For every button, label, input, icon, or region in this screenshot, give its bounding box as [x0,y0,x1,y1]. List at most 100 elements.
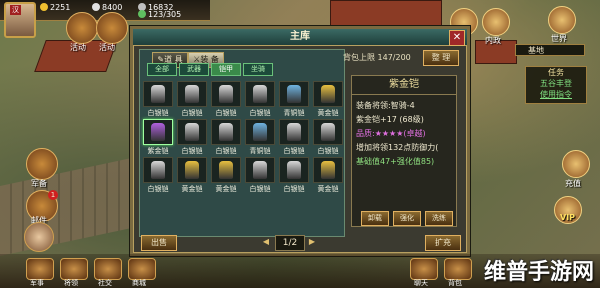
inventory-item[interactable]: 白银铠 [245,157,275,193]
event-icon[interactable] [96,12,128,44]
event-label: 活动 [99,43,115,52]
armory-icon[interactable] [26,148,58,180]
inventory-item[interactable]: 黄金铠 [177,157,207,193]
mail-badge: 1 [48,190,58,200]
page-indicator: 1/2 [275,235,305,251]
task-title: 任务 [548,68,564,77]
inventory-item[interactable]: 黄金铠 [313,157,343,193]
sort-button[interactable]: 整 理 [423,50,459,66]
detail-line: 增加将领132点防御力( [356,143,439,152]
task-action[interactable]: 使用指令 [526,89,586,100]
capacity-label: 背包上限 147/200 [343,53,411,62]
filter-mount[interactable]: 坐骑 [243,63,273,76]
inventory-item[interactable]: 白银铠 [245,81,275,117]
inventory-item[interactable]: 黄金铠 [313,81,343,117]
armor-icon [151,161,165,179]
inventory-item[interactable]: 白银铠 [279,157,309,193]
armor-icon [185,85,199,103]
expand-button[interactable]: 扩充 [425,235,461,251]
inventory-item[interactable]: 青铜铠 [245,119,275,155]
world-label: 世界 [551,34,567,43]
armory-label: 军备 [31,179,47,188]
politics-icon[interactable] [482,8,510,36]
warehouse-panel: 主库 ✕ ✎道 具 ⚔装 备 背包上限 147/200 整 理 全部 武器 铠甲… [130,26,470,256]
filter-weapon[interactable]: 武器 [179,63,209,76]
activity-label: 活动 [70,43,86,52]
nation-badge: 汉 [10,5,21,15]
social-icon[interactable] [94,258,122,280]
item-slot [279,157,309,183]
item-slot [279,119,309,145]
item-label: 白银铠 [181,147,203,155]
unload-button[interactable]: 卸载 [361,211,389,226]
armor-icon [287,85,301,103]
prev-page-icon[interactable]: ◀ [259,235,273,249]
inventory-item[interactable]: 白银铠 [177,119,207,155]
inventory-item[interactable]: 黄金铠 [211,157,241,193]
armor-icon [253,161,267,179]
armor-icon [219,123,233,141]
inventory-item[interactable]: 白银铠 [143,81,173,117]
inventory-item[interactable]: 白银铠 [279,119,309,155]
close-button[interactable]: ✕ [449,30,465,46]
troop-counter: 123/305 [138,10,181,19]
military-icon[interactable] [26,258,54,280]
filter-all[interactable]: 全部 [147,63,177,76]
armor-icon [253,85,267,103]
armor-icon [151,85,165,103]
armor-icon [321,161,335,179]
armor-icon [253,123,267,141]
armor-icon [185,123,199,141]
item-label: 黄金铠 [317,109,339,117]
armor-icon [219,161,233,179]
world-icon[interactable] [548,6,576,34]
inventory-item[interactable]: 白银铠 [313,119,343,155]
next-page-icon[interactable]: ▶ [305,235,319,249]
recharge-icon[interactable] [562,150,590,178]
generals-icon[interactable] [60,258,88,280]
item-slot [143,81,173,107]
inventory-item[interactable]: 紫金铠 [143,119,173,155]
item-label: 白银铠 [283,147,305,155]
item-slot [245,81,275,107]
politics-label: 内政 [485,36,501,45]
item-label: 白银铠 [181,109,203,117]
item-slot [211,119,241,145]
inventory-item[interactable]: 青铜铠 [279,81,309,117]
item-label: 白银铠 [215,147,237,155]
bag-label: 背包 [448,279,462,287]
item-label: 白银铠 [249,109,271,117]
generals-label: 将领 [64,279,78,287]
troop-icon [138,10,146,18]
item-slot [313,81,343,107]
chat-label: 聊天 [414,279,428,287]
inventory-item[interactable]: 白银铠 [211,81,241,117]
item-slot [313,157,343,183]
shop-icon[interactable] [128,258,156,280]
item-label: 白银铠 [147,109,169,117]
item-slot [177,81,207,107]
general-portrait[interactable] [24,222,54,252]
strengthen-button[interactable]: 强化 [393,211,421,226]
player-avatar[interactable]: 汉 [4,2,36,38]
task-panel[interactable]: 任务 五谷丰登 使用指令 [525,66,587,104]
item-slot [211,157,241,183]
activity-icon[interactable] [66,12,98,44]
item-label: 白银铠 [317,147,339,155]
item-slot [313,119,343,145]
inventory-item[interactable]: 白银铠 [211,119,241,155]
inventory-item[interactable]: 白银铠 [143,157,173,193]
item-detail-panel: 紫金铠 装备将领:智骑-4 紫金铠+17 (68级) 品质:★★★★(卓越) 增… [351,75,457,227]
chat-icon[interactable] [410,258,438,280]
armor-icon [219,85,233,103]
armor-icon [185,161,199,179]
item-label: 白银铠 [215,109,237,117]
detail-line: 基础值47+强化值85) [356,157,435,166]
inventory-item[interactable]: 白银铠 [177,81,207,117]
location-field[interactable]: 基地 [515,44,585,56]
item-label: 白银铠 [283,185,305,193]
filter-armor[interactable]: 铠甲 [211,63,241,76]
sell-button[interactable]: 出售 [141,235,177,251]
refine-button[interactable]: 洗练 [425,211,453,226]
bag-icon[interactable] [444,258,472,280]
